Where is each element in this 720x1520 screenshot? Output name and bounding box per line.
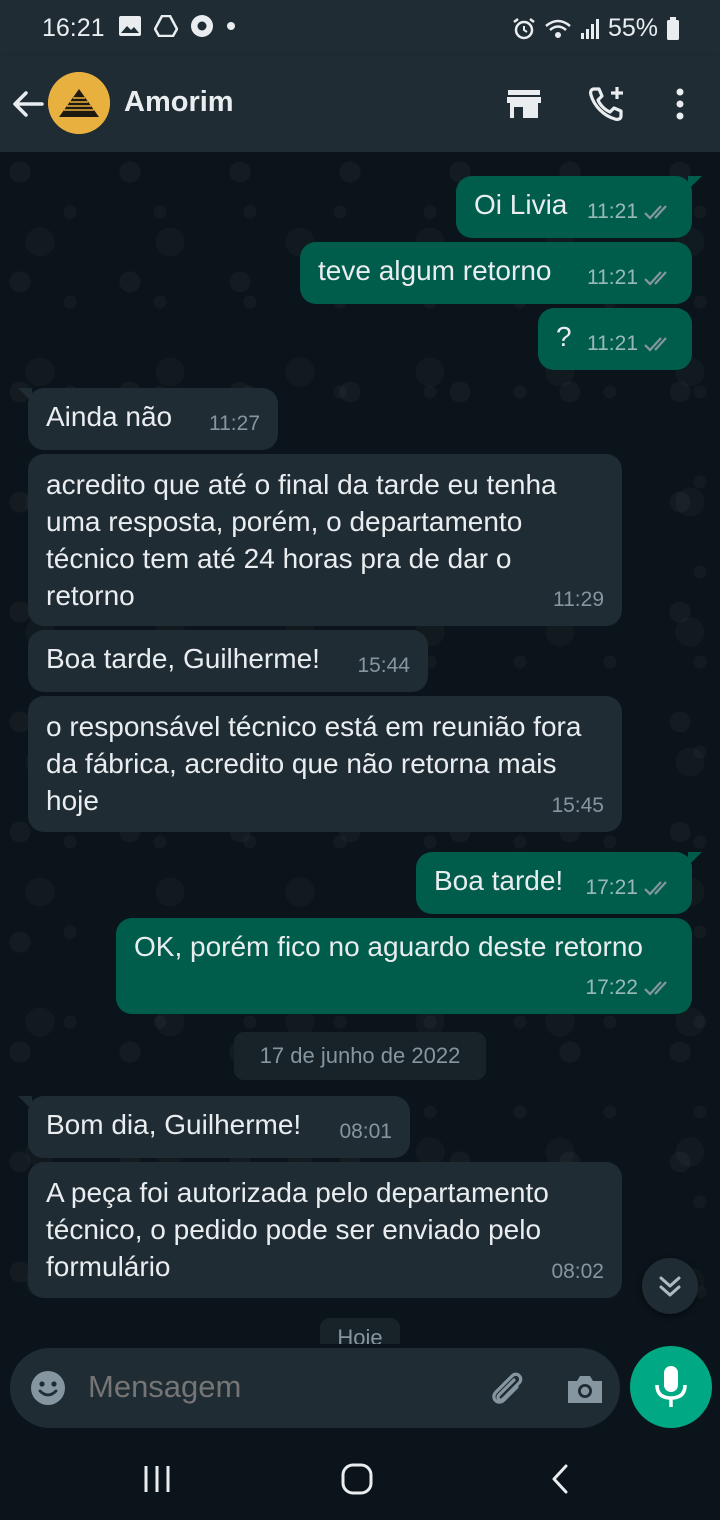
- wifi-icon: [545, 19, 571, 38]
- voice-record-button[interactable]: [630, 1346, 712, 1428]
- alarm-icon: [513, 17, 535, 39]
- message-time: 11:21: [587, 266, 638, 289]
- message-meta: 11:29: [553, 581, 604, 618]
- date-separator: 17 de junho de 2022: [234, 1032, 486, 1080]
- message-time: 17:21: [585, 876, 638, 899]
- double-check-icon: [644, 336, 667, 352]
- message-time: 11:27: [209, 412, 260, 435]
- message-meta: 11:27: [209, 405, 260, 442]
- back-nav-icon[interactable]: [542, 1460, 582, 1500]
- double-check-icon: [644, 270, 667, 286]
- add-call-icon[interactable]: [586, 84, 626, 124]
- message-bubble[interactable]: Ainda não 11:27: [18, 388, 278, 450]
- message-text: OK, porém fico no aguardo deste retorno: [134, 931, 643, 962]
- message-time: 15:45: [551, 794, 604, 817]
- mic-icon: [655, 1366, 687, 1407]
- status-icons-right: 55%: [512, 14, 680, 43]
- double-check-icon: [644, 204, 667, 220]
- recent-apps-icon[interactable]: [138, 1460, 178, 1500]
- bubble-tail: [688, 176, 702, 190]
- scroll-to-bottom-button[interactable]: [642, 1258, 698, 1314]
- message-meta: 15:44: [357, 647, 410, 684]
- date-separator-today: Hoje: [320, 1318, 400, 1344]
- message-meta: 11:21: [587, 259, 674, 296]
- double-check-icon: [644, 880, 667, 896]
- message-text: acredito que até o final da tarde eu ten…: [46, 469, 557, 611]
- double-check-icon: [644, 980, 667, 996]
- message-bubble[interactable]: teve algum retorno 11:21: [300, 242, 692, 304]
- message-meta: 11:21: [587, 325, 674, 362]
- message-input[interactable]: [86, 1368, 470, 1406]
- status-bar: 16:21 55%: [0, 0, 720, 56]
- message-time: 08:01: [339, 1120, 392, 1143]
- store-icon[interactable]: [504, 84, 544, 124]
- message-bubble[interactable]: Boa tarde, Guilherme! 15:44: [28, 630, 428, 692]
- message-meta: 08:01: [339, 1113, 392, 1150]
- message-bubble[interactable]: acredito que até o final da tarde eu ten…: [28, 454, 622, 626]
- bubble-tail: [18, 1096, 32, 1110]
- avatar[interactable]: [48, 72, 110, 134]
- battery-percent: 55%: [607, 14, 658, 42]
- emoji-icon[interactable]: [28, 1368, 68, 1408]
- message-bubble[interactable]: OK, porém fico no aguardo deste retorno …: [116, 918, 692, 1014]
- drive-icon: [154, 15, 178, 37]
- message-time: 11:29: [553, 588, 604, 611]
- gallery-icon: [119, 16, 141, 36]
- message-text: Boa tarde, Guilherme!: [46, 643, 320, 674]
- logo-icon: [48, 72, 110, 134]
- chrome-icon: [191, 15, 213, 37]
- message-bubble[interactable]: Bom dia, Guilherme! 08:01: [18, 1096, 410, 1158]
- bubble-tail: [18, 388, 32, 402]
- message-bubble[interactable]: Boa tarde! 17:21: [416, 852, 702, 914]
- contact-name[interactable]: Amorim: [124, 86, 234, 119]
- attach-icon[interactable]: [486, 1368, 528, 1410]
- dot-icon: [227, 22, 235, 30]
- message-bubble[interactable]: Oi Livia 11:21: [456, 176, 702, 238]
- message-meta: 08:02: [551, 1253, 604, 1290]
- message-bubble[interactable]: ? 11:21: [538, 308, 692, 370]
- battery-icon: [667, 16, 679, 40]
- chat-header: Amorim: [0, 56, 720, 152]
- message-meta: 17:21: [585, 869, 674, 906]
- bubble-tail: [688, 852, 702, 866]
- message-bubble[interactable]: A peça foi autorizada pelo departamento …: [28, 1162, 622, 1298]
- message-time: 08:02: [551, 1260, 604, 1283]
- message-time: 11:21: [587, 200, 638, 223]
- message-text: o responsável técnico está em reunião fo…: [46, 711, 582, 816]
- message-time: 17:22: [585, 976, 638, 999]
- double-chevron-down-icon: [659, 1276, 681, 1297]
- signal-icon: [580, 18, 599, 39]
- camera-icon[interactable]: [564, 1368, 606, 1410]
- message-bubble[interactable]: o responsável técnico está em reunião fo…: [28, 696, 622, 832]
- home-icon[interactable]: [338, 1460, 378, 1500]
- chat-area[interactable]: Oi Livia 11:21 teve algum retorno 11:21 …: [0, 152, 720, 1344]
- message-time: 15:44: [357, 654, 410, 677]
- message-composer: [10, 1348, 620, 1428]
- more-vert-icon[interactable]: [660, 84, 700, 124]
- message-meta: 11:21: [587, 193, 674, 230]
- status-time: 16:21: [42, 14, 105, 42]
- message-text: A peça foi autorizada pelo departamento …: [46, 1177, 549, 1282]
- system-navigation-bar: [0, 1440, 720, 1520]
- status-icons-left: [118, 14, 236, 38]
- message-meta: 17:22: [585, 969, 674, 1006]
- message-meta: 15:45: [551, 787, 604, 824]
- message-time: 11:21: [587, 332, 638, 355]
- back-arrow-icon[interactable]: [10, 86, 46, 122]
